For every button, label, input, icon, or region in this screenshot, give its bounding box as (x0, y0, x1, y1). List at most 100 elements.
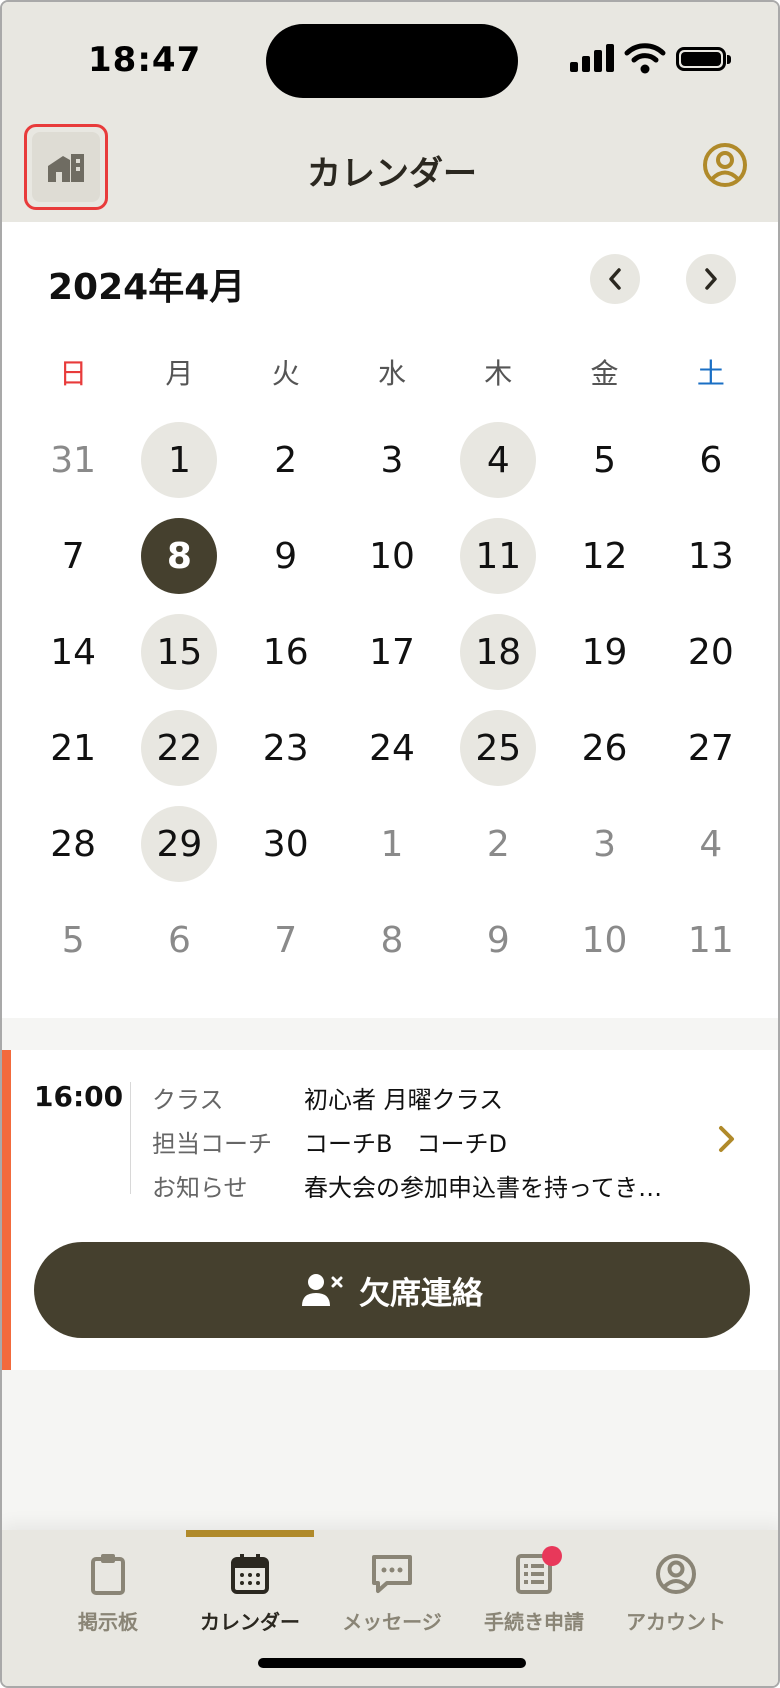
event-class-label: クラス (152, 1086, 224, 1114)
event-coach-label: 担当コーチ (152, 1130, 272, 1158)
day-number: 13 (687, 535, 734, 577)
day-number: 28 (50, 823, 97, 865)
calendar-day-cell[interactable]: 1 (126, 412, 232, 508)
calendar-day-cell[interactable]: 10 (339, 508, 445, 604)
calendar-day-cell[interactable]: 21 (20, 700, 126, 796)
calendar-day-cell[interactable]: 19 (551, 604, 657, 700)
day-number: 14 (50, 631, 97, 673)
calendar-day-cell[interactable]: 29 (126, 796, 232, 892)
day-number: 27 (687, 727, 734, 769)
calendar-day-cell[interactable]: 14 (20, 604, 126, 700)
day-number: 7 (61, 535, 85, 577)
calendar-day-cell[interactable]: 4 (658, 796, 764, 892)
tab-calendar[interactable]: カレンダー (179, 1530, 321, 1650)
selected-day: 8 (141, 518, 218, 594)
calendar-day-cell[interactable]: 11 (445, 508, 551, 604)
calendar-day-cell[interactable]: 6 (658, 412, 764, 508)
day-number: 30 (262, 823, 309, 865)
day-number: 4 (699, 823, 723, 865)
tab-account[interactable]: アカウント (605, 1530, 747, 1650)
event-accent-bar (2, 1050, 11, 1370)
user-remove-icon (302, 1274, 343, 1306)
calendar-day-cell[interactable]: 20 (658, 604, 764, 700)
day-number: 2 (274, 439, 298, 481)
weekday-header: 日月火水木金土 (20, 352, 764, 392)
calendar-day-cell[interactable]: 3 (551, 796, 657, 892)
calendar-day-cell[interactable]: 23 (233, 700, 339, 796)
calendar-day-cell[interactable]: 22 (126, 700, 232, 796)
day-number: 24 (369, 727, 415, 769)
clipboard-icon (91, 1554, 125, 1595)
calendar-day-cell[interactable]: 5 (20, 892, 126, 988)
calendar-day-cell[interactable]: 31 (20, 412, 126, 508)
calendar-day-cell[interactable]: 27 (658, 700, 764, 796)
calendar-day-cell[interactable]: 3 (339, 412, 445, 508)
calendar-grid: 31 1 2 3 4 5 6 7 8 9 10 11 12 13 14 15 16 17 18 19 20 21 22 23 2… (20, 412, 764, 988)
event-day: 4 (460, 422, 537, 498)
calendar-day-cell[interactable]: 30 (233, 796, 339, 892)
absence-report-button[interactable]: 欠席連絡 (34, 1242, 750, 1338)
calendar-day-cell[interactable]: 2 (445, 796, 551, 892)
calendar-day-cell[interactable]: 7 (20, 508, 126, 604)
calendar-day-cell[interactable]: 4 (445, 412, 551, 508)
day-number: 6 (699, 439, 723, 481)
calendar-day-cell[interactable]: 7 (233, 892, 339, 988)
calendar-day-cell[interactable]: 24 (339, 700, 445, 796)
calendar-day-cell[interactable]: 5 (551, 412, 657, 508)
day-number: 21 (50, 727, 97, 769)
calendar-day-cell[interactable]: 8 (126, 508, 232, 604)
calendar-day-cell[interactable]: 25 (445, 700, 551, 796)
calendar-day-cell[interactable]: 28 (20, 796, 126, 892)
tab-procedures[interactable]: 手続き申請 (463, 1530, 605, 1650)
calendar-day-cell[interactable]: 18 (445, 604, 551, 700)
chevron-right-icon[interactable] (716, 1124, 738, 1154)
weekday-label: 火 (271, 357, 300, 390)
calendar-day-cell[interactable]: 12 (551, 508, 657, 604)
weekday-label: 水 (377, 357, 406, 390)
app-header: カレンダー (2, 112, 778, 222)
profile-icon[interactable] (702, 142, 748, 188)
calendar-day-cell[interactable]: 26 (551, 700, 657, 796)
calendar-day-cell[interactable]: 1 (339, 796, 445, 892)
event-day: 22 (141, 710, 218, 786)
tab-label: カレンダー (200, 1610, 300, 1634)
tab-message[interactable]: メッセージ (321, 1530, 463, 1650)
day-number: 2 (486, 823, 510, 865)
signal-icon (570, 44, 614, 72)
calendar-day-cell[interactable]: 13 (658, 508, 764, 604)
calendar-day-cell[interactable]: 10 (551, 892, 657, 988)
tab-bulletin[interactable]: 掲示板 (37, 1530, 179, 1650)
next-month-button[interactable] (686, 254, 736, 304)
tab-label: アカウント (626, 1610, 726, 1634)
app-frame: 18:47 カレンダー 2024年4月 日 月 火 水 木 金 土 31 1 2… (0, 0, 780, 1688)
prev-month-button[interactable] (590, 254, 640, 304)
event-class-value: 初心者 月曜クラス (304, 1086, 504, 1114)
event-card[interactable]: 16:00 クラス 初心者 月曜クラス 担当コーチ コーチB コーチD お知らせ… (2, 1050, 778, 1370)
tab-label: 掲示板 (78, 1610, 138, 1634)
notification-badge (542, 1546, 562, 1566)
calendar-day-cell[interactable]: 9 (445, 892, 551, 988)
calendar-day-cell[interactable]: 6 (126, 892, 232, 988)
calendar-day-cell[interactable]: 17 (339, 604, 445, 700)
day-number: 20 (687, 631, 734, 673)
chevron-right-icon (705, 268, 717, 290)
calendar-day-cell[interactable]: 15 (126, 604, 232, 700)
home-indicator (258, 1658, 526, 1668)
calendar-day-cell[interactable]: 8 (339, 892, 445, 988)
event-day: 15 (141, 614, 218, 690)
calendar-day-cell[interactable]: 11 (658, 892, 764, 988)
day-number: 3 (380, 439, 404, 481)
day-number: 31 (50, 439, 97, 481)
day-number: 3 (593, 823, 616, 865)
status-bar: 18:47 (2, 2, 778, 112)
day-number: 17 (369, 631, 415, 673)
event-time: 16:00 (34, 1080, 124, 1113)
day-number: 16 (262, 631, 309, 673)
calendar-day-cell[interactable]: 16 (233, 604, 339, 700)
day-number: 23 (262, 727, 309, 769)
calendar-day-cell[interactable]: 2 (233, 412, 339, 508)
battery-icon (676, 47, 731, 71)
month-label: 2024年4月 (48, 267, 246, 308)
calendar-day-cell[interactable]: 9 (233, 508, 339, 604)
day-number: 26 (581, 727, 628, 769)
